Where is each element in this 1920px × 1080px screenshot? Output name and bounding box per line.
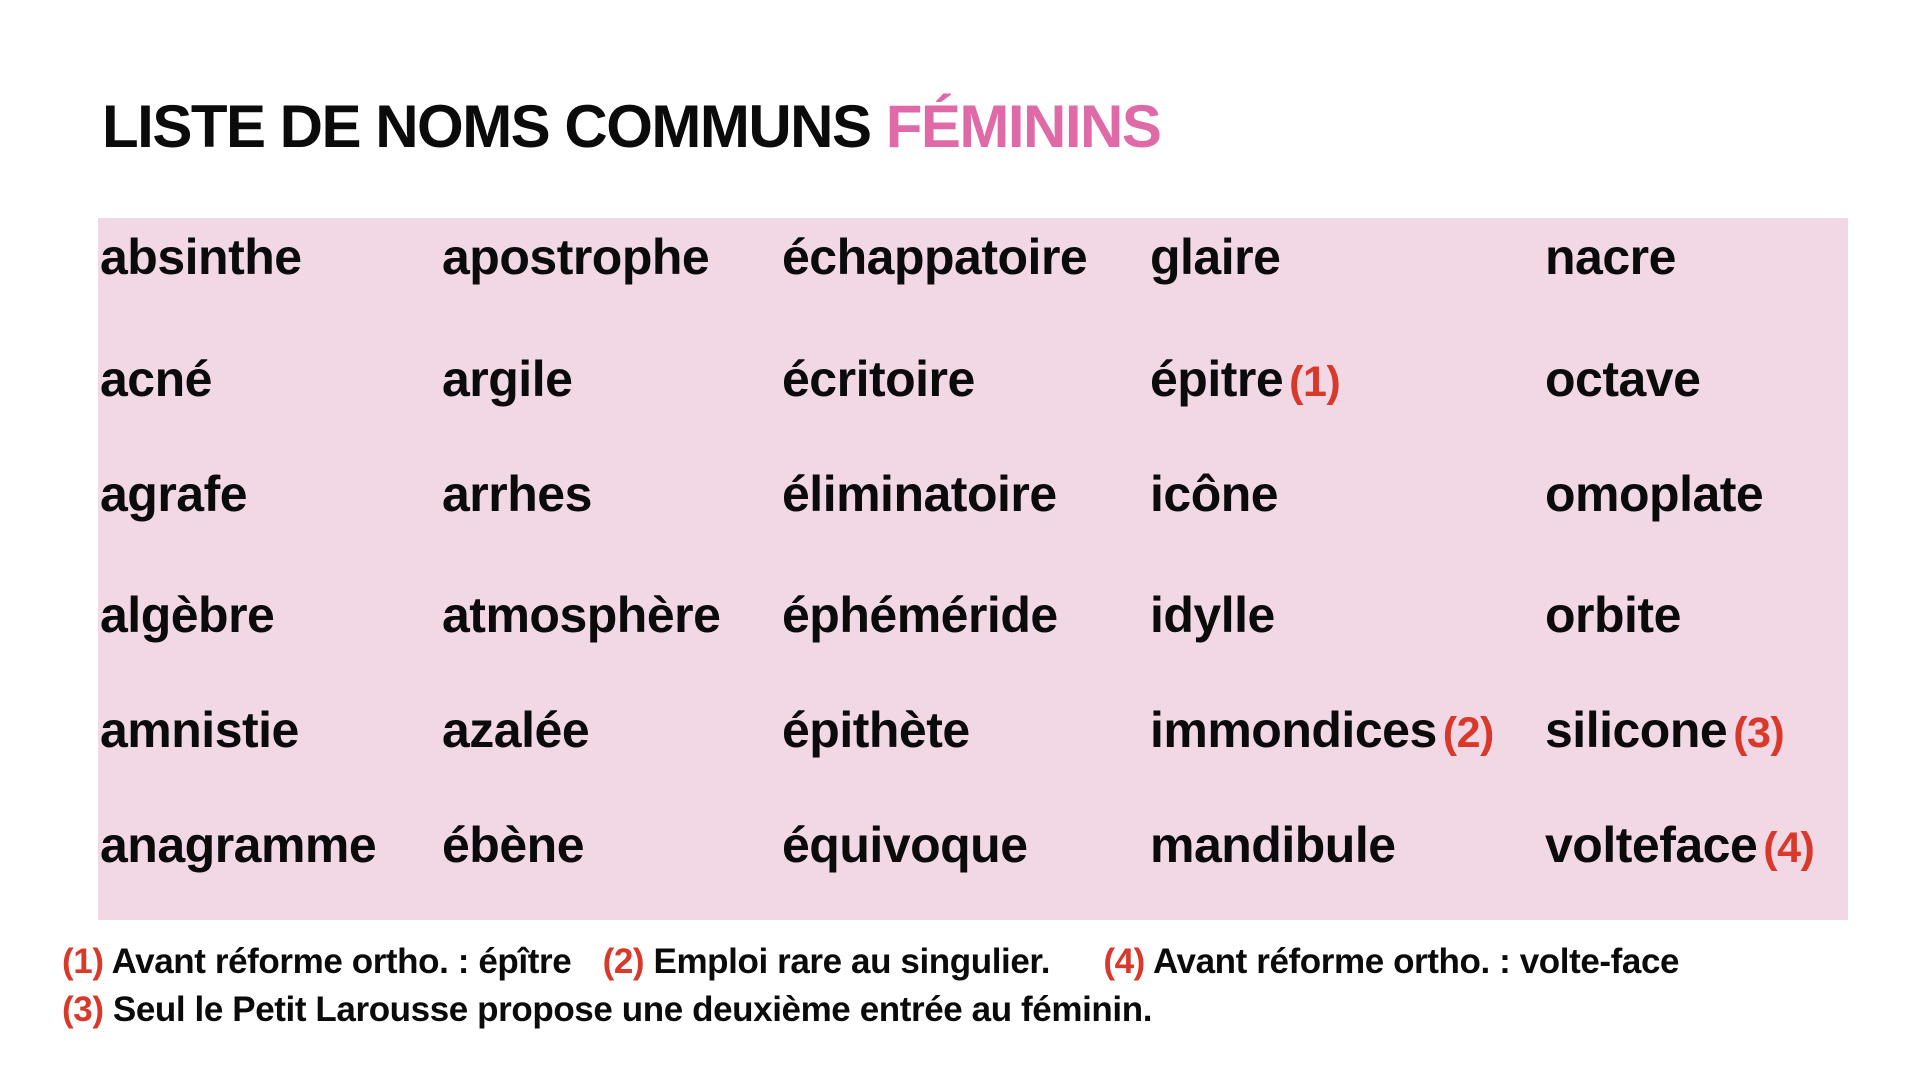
word-text: mandibule [1150, 817, 1396, 873]
footnote-2: (2) Emploi rare au singulier. [602, 938, 1051, 986]
word-item: icône [1150, 466, 1279, 522]
word-text: octave [1545, 351, 1701, 407]
word-text: écritoire [782, 351, 975, 407]
footnote-1-text: Avant réforme ortho. : épître [103, 942, 572, 981]
word-text: éliminatoire [782, 466, 1057, 522]
word-item: équivoque [782, 820, 1028, 870]
word-item: écritoire [782, 354, 975, 404]
word-item: azalée [442, 702, 590, 758]
word-item: apostrophe [442, 229, 710, 285]
footnote-4-text: Avant réforme ortho. : volte-face [1144, 942, 1680, 981]
word-item: absinthe [100, 232, 302, 282]
footnote-3-text: Seul le Petit Larousse propose une deuxi… [103, 990, 1153, 1029]
footnote-3-mark: (3) [62, 990, 104, 1029]
word-text: absinthe [100, 229, 302, 285]
word-item: atmosphère [442, 587, 721, 643]
word-item: omoplate [1545, 466, 1764, 522]
word-text: anagramme [100, 817, 377, 873]
word-text: azalée [442, 702, 590, 758]
word-text: glaire [1150, 229, 1281, 285]
word-text: éphéméride [782, 587, 1058, 643]
footnotes-line-2: (3) Seul le Petit Larousse propose une d… [62, 986, 1679, 1034]
word-text: atmosphère [442, 587, 721, 643]
word-item: argile [442, 351, 573, 407]
word-item: épithète [782, 705, 970, 755]
word-item: nacre [1545, 232, 1676, 282]
word-item: mandibule [1150, 820, 1396, 870]
word-text: épithète [782, 702, 970, 758]
word-text: idylle [1150, 587, 1275, 643]
word-text: épitre [1150, 351, 1284, 407]
footnote-1: (1) Avant réforme ortho. : épître [62, 938, 572, 986]
word-item: algèbre [100, 587, 275, 643]
word-item: glaire [1150, 229, 1281, 285]
word-text: arrhes [442, 466, 592, 522]
word-item: éphéméride [782, 590, 1058, 640]
word-item: silicone (3) [1545, 702, 1785, 758]
word-text: nacre [1545, 229, 1676, 285]
word-text: apostrophe [442, 229, 710, 285]
word-item: agrafe [100, 466, 248, 522]
title-accent: FÉMININS [885, 93, 1162, 160]
word-item: amnistie [100, 705, 299, 755]
footnote-reference: (3) [1733, 709, 1785, 757]
word-item: immondices (2) [1150, 705, 1494, 755]
word-text: argile [442, 351, 573, 407]
word-text: équivoque [782, 817, 1028, 873]
word-text: immondices [1150, 702, 1437, 758]
footnote-4-mark: (4) [1103, 942, 1145, 981]
footnotes: (1) Avant réforme ortho. : épître (2) Em… [62, 938, 1680, 1034]
footnote-4: (4) Avant réforme ortho. : volte-face [1103, 938, 1679, 986]
word-item: échappatoire [782, 229, 1088, 285]
page-title: LISTE DE NOMS COMMUNS FÉMININS [102, 92, 1162, 161]
word-text: orbite [1545, 587, 1681, 643]
word-item: idylle [1150, 590, 1275, 640]
word-item: volteface (4) [1545, 817, 1815, 873]
word-item: orbite [1545, 590, 1681, 640]
word-item: arrhes [442, 469, 592, 519]
word-item: anagramme [100, 817, 377, 873]
word-list-panel [98, 218, 1848, 920]
word-text: amnistie [100, 702, 299, 758]
word-text: volteface [1545, 817, 1758, 873]
title-main: LISTE DE NOMS COMMUNS [102, 93, 886, 160]
word-text: échappatoire [782, 229, 1088, 285]
footnote-3: (3) Seul le Petit Larousse propose une d… [62, 986, 1152, 1034]
word-text: silicone [1545, 702, 1728, 758]
footnotes-line-1: (1) Avant réforme ortho. : épître (2) Em… [62, 938, 1680, 986]
footnote-2-mark: (2) [602, 942, 645, 981]
footnote-2-text: Emploi rare au singulier. [644, 942, 1051, 981]
word-item: octave [1545, 351, 1701, 407]
footnote-reference: (4) [1763, 824, 1815, 872]
word-text: omoplate [1545, 466, 1764, 522]
word-item: ébène [442, 817, 585, 873]
word-text: agrafe [100, 466, 248, 522]
word-text: ébène [442, 817, 585, 873]
word-item: acné [100, 354, 212, 404]
footnote-reference: (2) [1442, 709, 1495, 757]
word-item: éliminatoire [782, 469, 1057, 519]
footnote-reference: (1) [1289, 358, 1341, 406]
word-text: algèbre [100, 587, 275, 643]
footnote-1-mark: (1) [62, 942, 104, 981]
word-text: acné [100, 351, 212, 407]
word-text: icône [1150, 466, 1279, 522]
word-item: épitre (1) [1150, 351, 1341, 407]
